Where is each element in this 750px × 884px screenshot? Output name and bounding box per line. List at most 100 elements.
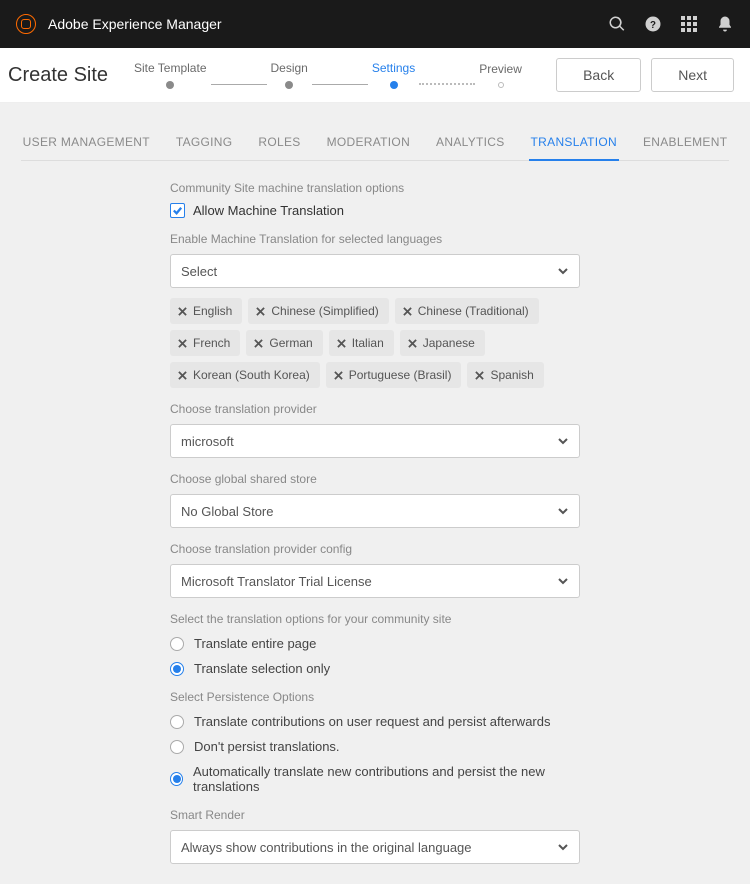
tab-moderation[interactable]: MODERATION — [325, 129, 412, 160]
chip-label: German — [269, 336, 312, 350]
chip-chinese-simplified[interactable]: Chinese (Simplified) — [248, 298, 388, 324]
tabs: USER MANAGEMENT TAGGING ROLES MODERATION… — [21, 129, 730, 161]
close-icon — [337, 339, 346, 348]
chip-english[interactable]: English — [170, 298, 242, 324]
chevron-down-icon — [557, 505, 569, 517]
app-header: Adobe Experience Manager ? — [0, 0, 750, 48]
radio-label: Translate entire page — [194, 636, 316, 651]
close-icon — [178, 371, 187, 380]
chip-label: Japanese — [423, 336, 475, 350]
radio-auto-translate-persist[interactable]: Automatically translate new contribution… — [170, 764, 580, 794]
chip-label: Korean (South Korea) — [193, 368, 310, 382]
chip-label: Italian — [352, 336, 384, 350]
radio-icon — [170, 662, 184, 676]
chip-spanish[interactable]: Spanish — [467, 362, 543, 388]
aem-logo-icon[interactable] — [16, 14, 36, 34]
close-icon — [403, 307, 412, 316]
close-icon — [334, 371, 343, 380]
step-settings[interactable]: Settings — [372, 61, 415, 89]
step-preview[interactable]: Preview — [479, 62, 522, 88]
chip-label: English — [193, 304, 232, 318]
step-label: Preview — [479, 62, 522, 76]
step-dot-icon — [285, 81, 293, 89]
config-select[interactable]: Microsoft Translator Trial License — [170, 564, 580, 598]
step-connector — [211, 84, 267, 85]
language-chips: English Chinese (Simplified) Chinese (Tr… — [170, 298, 580, 388]
radio-label: Don't persist translations. — [194, 739, 340, 754]
step-dot-icon — [166, 81, 174, 89]
chip-japanese[interactable]: Japanese — [400, 330, 485, 356]
help-icon[interactable]: ? — [644, 15, 662, 33]
tab-analytics[interactable]: ANALYTICS — [434, 129, 507, 160]
header-left: Adobe Experience Manager — [16, 14, 222, 34]
select-value: Always show contributions in the origina… — [181, 840, 472, 855]
close-icon — [178, 339, 187, 348]
next-button[interactable]: Next — [651, 58, 734, 92]
header-right: ? — [608, 15, 734, 33]
provider-label: Choose translation provider — [170, 402, 580, 416]
store-label: Choose global shared store — [170, 472, 580, 486]
chip-italian[interactable]: Italian — [329, 330, 394, 356]
radio-label: Translate contributions on user request … — [194, 714, 550, 729]
checkbox-label: Allow Machine Translation — [193, 203, 344, 218]
chevron-down-icon — [557, 841, 569, 853]
chip-label: Chinese (Traditional) — [418, 304, 529, 318]
chevron-down-icon — [557, 435, 569, 447]
select-value: microsoft — [181, 434, 234, 449]
chip-portuguese[interactable]: Portuguese (Brasil) — [326, 362, 462, 388]
radio-translate-entire-page[interactable]: Translate entire page — [170, 636, 580, 651]
close-icon — [408, 339, 417, 348]
persistence-options-label: Select Persistence Options — [170, 690, 580, 704]
allow-machine-translation-checkbox[interactable]: Allow Machine Translation — [170, 203, 580, 218]
close-icon — [254, 339, 263, 348]
back-button[interactable]: Back — [556, 58, 641, 92]
wizard-buttons: Back Next — [556, 58, 734, 92]
language-select[interactable]: Select — [170, 254, 580, 288]
step-dot-icon — [390, 81, 398, 89]
search-icon[interactable] — [608, 15, 626, 33]
translation-form: Community Site machine translation optio… — [170, 181, 580, 864]
select-value: Microsoft Translator Trial License — [181, 574, 372, 589]
translation-options-label: Select the translation options for your … — [170, 612, 580, 626]
step-connector — [312, 84, 368, 85]
bell-icon[interactable] — [716, 15, 734, 33]
step-design[interactable]: Design — [271, 61, 308, 89]
smart-render-select[interactable]: Always show contributions in the origina… — [170, 830, 580, 864]
tabs-wrap: USER MANAGEMENT TAGGING ROLES MODERATION… — [0, 103, 750, 161]
step-label: Design — [271, 61, 308, 75]
radio-dont-persist[interactable]: Don't persist translations. — [170, 739, 580, 754]
radio-label: Translate selection only — [194, 661, 330, 676]
apps-icon[interactable] — [680, 15, 698, 33]
radio-icon — [170, 740, 184, 754]
radio-persist-on-request[interactable]: Translate contributions on user request … — [170, 714, 580, 729]
smart-render-label: Smart Render — [170, 808, 580, 822]
select-value: Select — [181, 264, 217, 279]
chip-label: Chinese (Simplified) — [271, 304, 378, 318]
chip-chinese-traditional[interactable]: Chinese (Traditional) — [395, 298, 539, 324]
chevron-down-icon — [557, 265, 569, 277]
chip-french[interactable]: French — [170, 330, 240, 356]
app-title: Adobe Experience Manager — [48, 16, 222, 32]
content-area: USER MANAGEMENT TAGGING ROLES MODERATION… — [0, 103, 750, 884]
section-machine-options: Community Site machine translation optio… — [170, 181, 580, 195]
step-label: Site Template — [134, 61, 207, 75]
tab-user-management[interactable]: USER MANAGEMENT — [21, 129, 152, 160]
step-site-template[interactable]: Site Template — [134, 61, 207, 89]
tab-roles[interactable]: ROLES — [256, 129, 302, 160]
provider-select[interactable]: microsoft — [170, 424, 580, 458]
config-label: Choose translation provider config — [170, 542, 580, 556]
select-value: No Global Store — [181, 504, 274, 519]
tab-enablement[interactable]: ENABLEMENT — [641, 129, 729, 160]
radio-translate-selection-only[interactable]: Translate selection only — [170, 661, 580, 676]
chip-german[interactable]: German — [246, 330, 322, 356]
step-label: Settings — [372, 61, 415, 75]
chip-label: French — [193, 336, 230, 350]
tab-tagging[interactable]: TAGGING — [174, 129, 235, 160]
tab-translation[interactable]: TRANSLATION — [529, 129, 619, 161]
chevron-down-icon — [557, 575, 569, 587]
store-select[interactable]: No Global Store — [170, 494, 580, 528]
radio-icon — [170, 637, 184, 651]
chip-korean[interactable]: Korean (South Korea) — [170, 362, 320, 388]
wizard-steps: Site Template Design Settings Preview — [124, 61, 556, 89]
svg-text:?: ? — [650, 20, 656, 31]
